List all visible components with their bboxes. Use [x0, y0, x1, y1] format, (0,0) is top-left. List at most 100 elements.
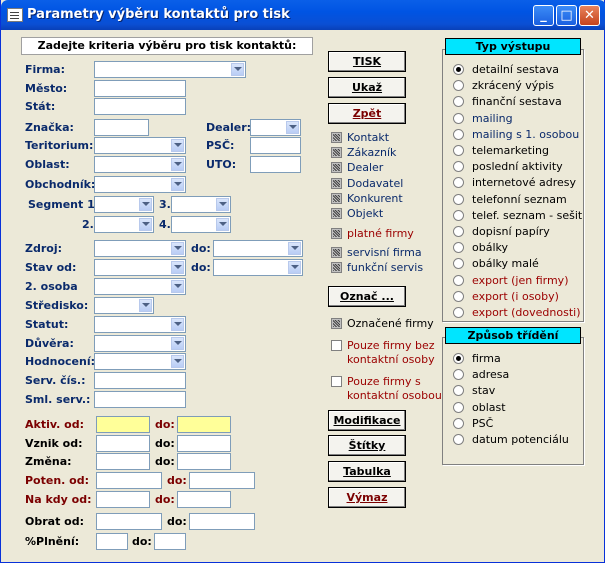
oznacene-firmy-checkbox[interactable]: Označené firmy	[331, 317, 434, 331]
trideni-radio[interactable]: datum potenciálu	[453, 433, 578, 447]
vznikod-input[interactable]	[96, 435, 150, 452]
mesto-input[interactable]	[94, 80, 186, 97]
vystup-radio[interactable]: mailing	[453, 112, 578, 126]
servcis-input[interactable]	[94, 372, 186, 389]
duvera-combo[interactable]	[94, 335, 186, 352]
vymaz-button[interactable]: Výmaz	[328, 487, 406, 508]
vystup-radio[interactable]: zkrácený výpis	[453, 79, 578, 93]
s-kontaktni-checkbox[interactable]: Pouze firmy s kontaktní osobou	[331, 375, 442, 403]
trideni-radio[interactable]: oblast	[453, 401, 578, 415]
bez-kontaktni-checkbox[interactable]: Pouze firmy bez kontaktní osoby	[331, 339, 435, 367]
minimize-button[interactable]: _	[533, 5, 554, 26]
vystup-radio[interactable]: telemarketing	[453, 144, 578, 158]
vystup-radio[interactable]: mailing s 1. osobou	[453, 128, 579, 142]
chevron-down-icon[interactable]	[171, 261, 184, 274]
chevron-down-icon[interactable]	[171, 337, 184, 350]
uto-input[interactable]	[250, 156, 301, 173]
close-button[interactable]: ✕	[579, 5, 600, 26]
vystup-radio[interactable]: export (jen firmy)	[453, 274, 578, 288]
modifikace-button[interactable]: Modifikace	[328, 410, 406, 431]
znacka-input[interactable]	[94, 119, 149, 136]
dealer-combo[interactable]	[250, 119, 301, 136]
vystup-radio[interactable]: obálky	[453, 241, 578, 255]
chevron-down-icon[interactable]	[139, 198, 152, 211]
vystup-radio[interactable]: detailní sestava	[453, 63, 578, 77]
stat-input[interactable]	[94, 98, 186, 115]
funkcni-servis-checkbox[interactable]: funkční servis	[331, 261, 423, 275]
zmenado-input[interactable]	[177, 453, 231, 470]
chevron-down-icon[interactable]	[139, 218, 152, 231]
chevron-down-icon[interactable]	[288, 261, 301, 274]
chevron-down-icon[interactable]	[171, 318, 184, 331]
nakdydo-input[interactable]	[177, 491, 231, 508]
vystup-radio[interactable]: dopisní papíry	[453, 225, 578, 239]
objekt-checkbox[interactable]: Objekt	[331, 207, 421, 221]
chevron-down-icon[interactable]	[171, 158, 184, 171]
hodnoceni-combo[interactable]	[94, 353, 186, 370]
teritorium-combo[interactable]	[94, 137, 186, 154]
obratdo-input[interactable]	[189, 513, 255, 530]
trideni-radio[interactable]: adresa	[453, 368, 578, 382]
dodavatel-checkbox[interactable]: Dodavatel	[331, 177, 421, 191]
zdroj-combo[interactable]	[94, 240, 186, 257]
chevron-down-icon[interactable]	[286, 121, 299, 134]
konkurent-checkbox[interactable]: Konkurent	[331, 192, 421, 206]
segment2-combo[interactable]	[94, 216, 154, 233]
trideni-radio[interactable]: firma	[453, 352, 578, 366]
vystup-radio[interactable]: telefonní seznam	[453, 193, 578, 207]
segment1-combo[interactable]	[94, 196, 154, 213]
firma-combo[interactable]	[94, 61, 246, 78]
nakdyod-input[interactable]	[96, 491, 150, 508]
tisk-button[interactable]: TISK	[328, 51, 406, 72]
obratod-input[interactable]	[96, 513, 162, 530]
chevron-down-icon[interactable]	[231, 63, 244, 76]
aktivod-input[interactable]	[96, 416, 150, 433]
segment4-combo[interactable]	[171, 216, 231, 233]
vystup-radio[interactable]: obálky malé	[453, 257, 578, 271]
zakaznik-checkbox[interactable]: Zákazník	[331, 146, 421, 160]
trideni-radio[interactable]: stav	[453, 384, 578, 398]
vystup-radio[interactable]: finanční sestava	[453, 95, 578, 109]
chevron-down-icon[interactable]	[216, 198, 229, 211]
potendo-input[interactable]	[189, 472, 255, 489]
plnenido-input[interactable]	[154, 533, 186, 550]
platne-firmy-checkbox[interactable]: platné firmy	[331, 227, 421, 241]
aktivdo-input[interactable]	[177, 416, 231, 433]
stavod-combo[interactable]	[94, 259, 186, 276]
chevron-down-icon[interactable]	[288, 242, 301, 255]
vystup-radio[interactable]: export (dovednosti)	[453, 306, 581, 320]
kontakt-checkbox[interactable]: Kontakt	[331, 131, 421, 145]
chevron-down-icon[interactable]	[171, 178, 184, 191]
vystup-radio[interactable]: internetové adresy	[453, 176, 578, 190]
stitky-button[interactable]: Štítky	[328, 435, 406, 456]
vystup-radio[interactable]: export (i osoby)	[453, 290, 578, 304]
segment3-combo[interactable]	[171, 196, 231, 213]
oblast-combo[interactable]	[94, 156, 186, 173]
servisni-firma-checkbox[interactable]: servisní firma	[331, 246, 422, 260]
oznac-button[interactable]: Označ ...	[328, 286, 406, 307]
statut-combo[interactable]	[94, 316, 186, 333]
obchodnik-combo[interactable]	[94, 176, 186, 193]
stav-do-combo[interactable]	[213, 259, 303, 276]
maximize-button[interactable]: □	[556, 5, 577, 26]
chevron-down-icon[interactable]	[171, 139, 184, 152]
potenod-input[interactable]	[96, 472, 162, 489]
osoba2-combo[interactable]	[94, 278, 186, 295]
chevron-down-icon[interactable]	[139, 299, 152, 312]
zpet-button[interactable]: Zpět	[328, 103, 406, 124]
plneni-input[interactable]	[96, 533, 128, 550]
chevron-down-icon[interactable]	[171, 355, 184, 368]
dealer-checkbox[interactable]: Dealer	[331, 161, 421, 175]
trideni-radio[interactable]: PSČ	[453, 417, 578, 431]
zdroj-do-combo[interactable]	[213, 240, 303, 257]
psc-input[interactable]	[250, 137, 301, 154]
vznikdo-input[interactable]	[177, 435, 231, 452]
vystup-radio[interactable]: poslední aktivity	[453, 160, 578, 174]
ukaz-button[interactable]: Ukaž	[328, 77, 406, 98]
zmena-input[interactable]	[96, 453, 150, 470]
stredisko-combo[interactable]	[94, 297, 154, 314]
smlserv-input[interactable]	[94, 391, 186, 408]
chevron-down-icon[interactable]	[171, 242, 184, 255]
chevron-down-icon[interactable]	[171, 280, 184, 293]
vystup-radio[interactable]: telef. seznam - sešit	[453, 209, 582, 223]
